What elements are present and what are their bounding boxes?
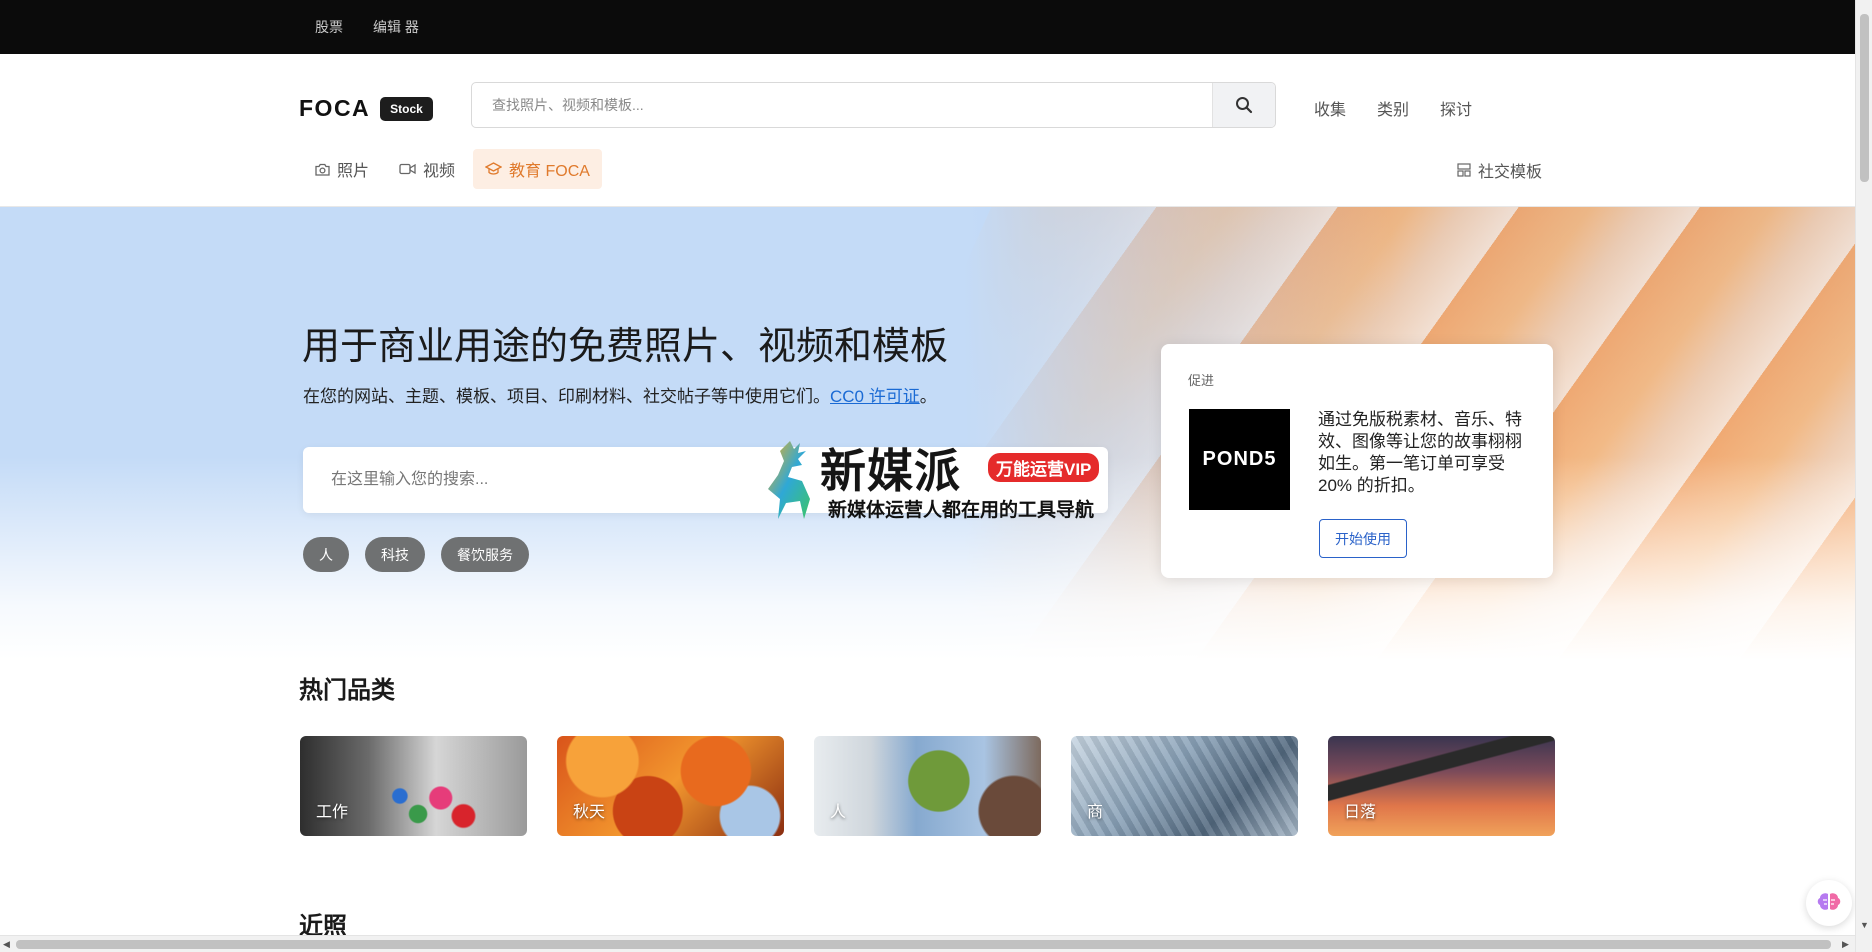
promo-label: 促进 — [1188, 373, 1215, 388]
hero-subtitle-period: 。 — [919, 387, 937, 406]
brain-icon — [1817, 893, 1841, 910]
top-bar: 股票 编辑 器 — [0, 0, 1855, 54]
search-icon — [1236, 97, 1253, 114]
cc0-license-link[interactable]: CC0 许可证 — [830, 387, 920, 406]
nav-collections[interactable]: 收集 — [1314, 96, 1346, 120]
graduation-cap-icon — [485, 162, 503, 175]
watermark-overlay: 新媒派 万能运营VIP 新媒体运营人都在用的工具导航 — [760, 435, 1120, 525]
category-card-people[interactable]: 人 — [814, 736, 1041, 836]
header-search — [471, 82, 1276, 128]
watermark-vip-badge: 万能运营VIP — [988, 453, 1100, 482]
deer-logo-icon — [768, 441, 810, 519]
promo-text: 通过免版税素材、音乐、特效、图像等让您的故事栩栩如生。第一笔订单可享受 20% … — [1318, 410, 1522, 495]
horizontal-scroll-thumb[interactable] — [16, 940, 1831, 949]
tab-videos-label: 视频 — [423, 163, 456, 180]
tab-education[interactable]: 教育 FOCA — [473, 149, 602, 189]
scroll-down-arrow[interactable]: ▼ — [1860, 920, 1869, 930]
search-button[interactable] — [1212, 83, 1275, 127]
logo[interactable]: FOCA Stock — [299, 95, 433, 122]
hero-title: 用于商业用途的免费照片、视频和模板 — [302, 326, 949, 368]
tab-photos[interactable]: 照片 — [303, 149, 381, 189]
header-search-input[interactable] — [472, 83, 1212, 127]
horizontal-scrollbar[interactable]: ◀ ▶ — [0, 935, 1855, 952]
vertical-scroll-thumb[interactable] — [1860, 14, 1869, 182]
watermark-subtitle: 新媒体运营人都在用的工具导航 — [828, 500, 1095, 521]
category-label: 工作 — [316, 804, 349, 821]
tag-pill[interactable]: 餐饮服务 — [441, 537, 529, 572]
category-list: 工作 秋天 人 商 日落 — [300, 736, 1585, 836]
category-card-work[interactable]: 工作 — [300, 736, 527, 836]
topbar-link-stock[interactable]: 股票 — [315, 17, 343, 37]
pond5-logo[interactable]: POND5 — [1189, 409, 1290, 510]
tab-education-label: 教育 FOCA — [509, 163, 590, 180]
category-card-sunset[interactable]: 日落 — [1328, 736, 1555, 836]
hero-subtitle: 在您的网站、主题、模板、项目、印刷材料、社交帖子等中使用它们。CC0 许可证。 — [303, 382, 937, 407]
social-templates-link[interactable]: 社交模板 — [1457, 158, 1542, 182]
template-icon — [1457, 163, 1471, 177]
nav-categories[interactable]: 类别 — [1377, 96, 1409, 120]
media-tabs: 照片 视频 教育 FOCA — [303, 149, 608, 189]
topbar-link-editor[interactable]: 编辑 器 — [373, 17, 419, 37]
category-label: 日落 — [1344, 804, 1377, 821]
category-label: 秋天 — [573, 804, 606, 821]
nav-explore[interactable]: 探讨 — [1440, 96, 1472, 120]
assistant-fab[interactable] — [1806, 880, 1852, 926]
scroll-left-arrow[interactable]: ◀ — [3, 939, 10, 950]
vertical-scrollbar[interactable]: ▼ — [1855, 0, 1872, 952]
site-header: FOCA Stock 收集 类别 探讨 照片 视频 — [0, 54, 1855, 207]
tag-pill[interactable]: 科技 — [365, 537, 425, 572]
hero-subtitle-text: 在您的网站、主题、模板、项目、印刷材料、社交帖子等中使用它们。 — [303, 387, 830, 406]
category-card-business[interactable]: 商 — [1071, 736, 1298, 836]
category-label: 商 — [1087, 804, 1104, 821]
camera-icon — [315, 163, 330, 176]
tab-videos[interactable]: 视频 — [387, 149, 467, 189]
get-started-button[interactable]: 开始使用 — [1319, 519, 1407, 558]
scroll-right-arrow[interactable]: ▶ — [1842, 939, 1849, 950]
hero-section: 用于商业用途的免费照片、视频和模板 在您的网站、主题、模板、项目、印刷材料、社交… — [0, 207, 1855, 660]
social-templates-label: 社交模板 — [1477, 164, 1542, 181]
category-label: 人 — [830, 804, 847, 821]
video-icon — [399, 163, 416, 175]
suggested-tags: 人 科技 餐饮服务 — [303, 537, 545, 572]
tab-photos-label: 照片 — [337, 163, 370, 180]
logo-badge: Stock — [380, 96, 433, 121]
category-card-autumn[interactable]: 秋天 — [557, 736, 784, 836]
logo-text: FOCA — [299, 95, 371, 121]
watermark-title: 新媒派 — [820, 445, 961, 497]
promo-card: 促进 POND5 通过免版税素材、音乐、特效、图像等让您的故事栩栩如生。第一笔订… — [1161, 344, 1553, 578]
tag-pill[interactable]: 人 — [303, 537, 349, 572]
popular-categories-title: 热门品类 — [299, 677, 395, 704]
